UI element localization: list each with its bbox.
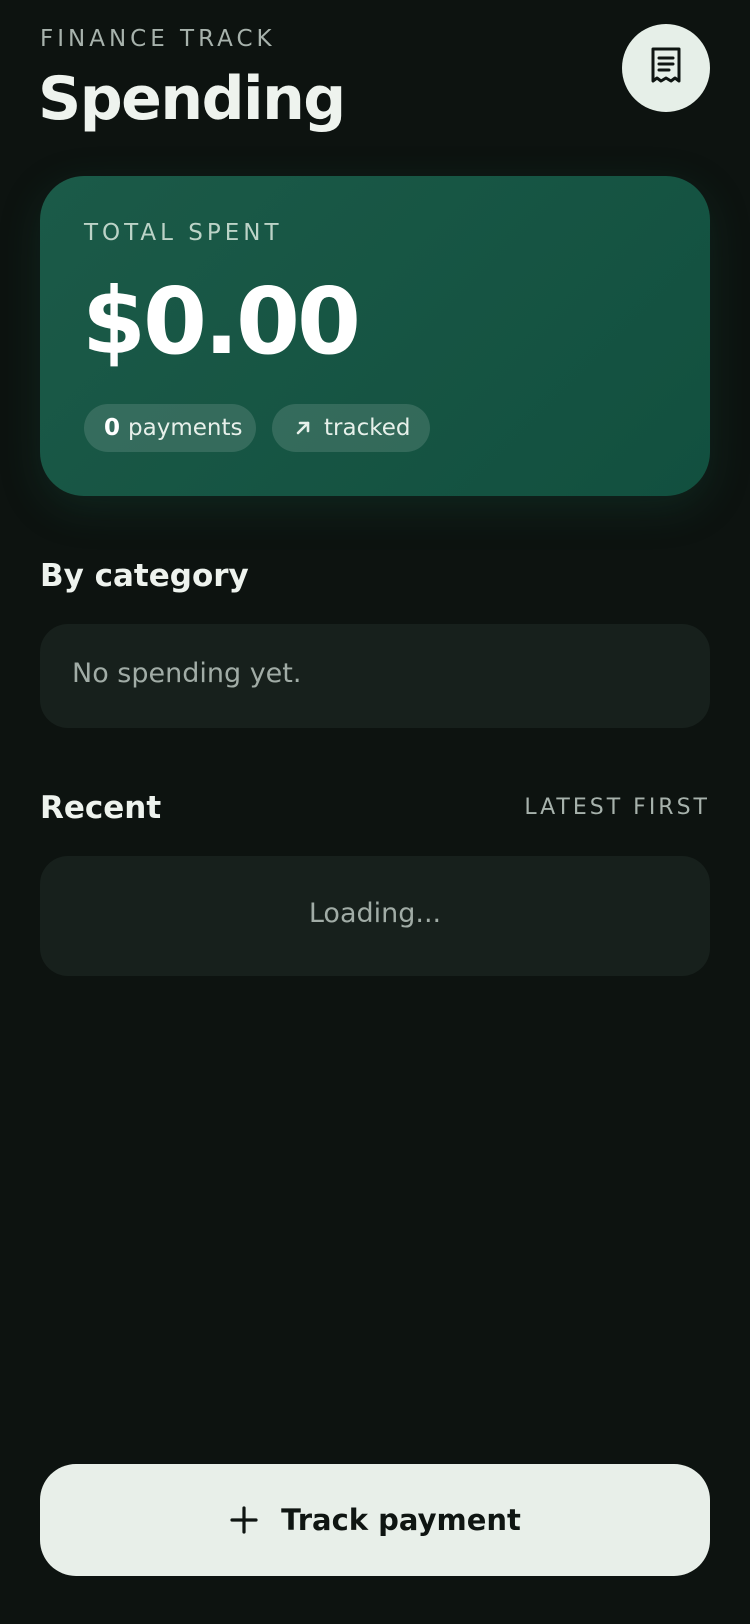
app-name: FINANCE TRACK [40, 26, 276, 52]
sort-order-label: LATEST FIRST [524, 795, 710, 820]
track-payment-label: Track payment [281, 1503, 521, 1537]
page-title: Spending [38, 64, 346, 134]
spending-screen: FINANCE TRACK Spending TOTAL SPENT $0.00… [0, 0, 750, 1624]
total-spent-label: TOTAL SPENT [84, 220, 283, 246]
receipts-button[interactable] [622, 24, 710, 112]
payments-chip: 0 payments [84, 404, 256, 452]
recent-panel: Loading... [40, 856, 710, 976]
track-payment-button[interactable]: Track payment [40, 1464, 710, 1576]
plus-icon [229, 1505, 259, 1535]
payments-label: payments [128, 415, 243, 441]
total-spent-card: TOTAL SPENT $0.00 0 payments tracked [40, 176, 710, 496]
category-panel: No spending yet. [40, 624, 710, 728]
tracked-chip: tracked [272, 404, 430, 452]
recent-section-title: Recent [40, 790, 162, 826]
tracked-label: tracked [324, 415, 411, 441]
arrow-up-right-icon [294, 419, 312, 437]
category-empty-message: No spending yet. [72, 658, 302, 689]
total-spent-amount: $0.00 [82, 268, 361, 375]
payments-count: 0 [104, 415, 121, 441]
receipt-icon [649, 46, 683, 90]
category-section-title: By category [40, 558, 249, 594]
recent-loading-message: Loading... [308, 898, 442, 929]
